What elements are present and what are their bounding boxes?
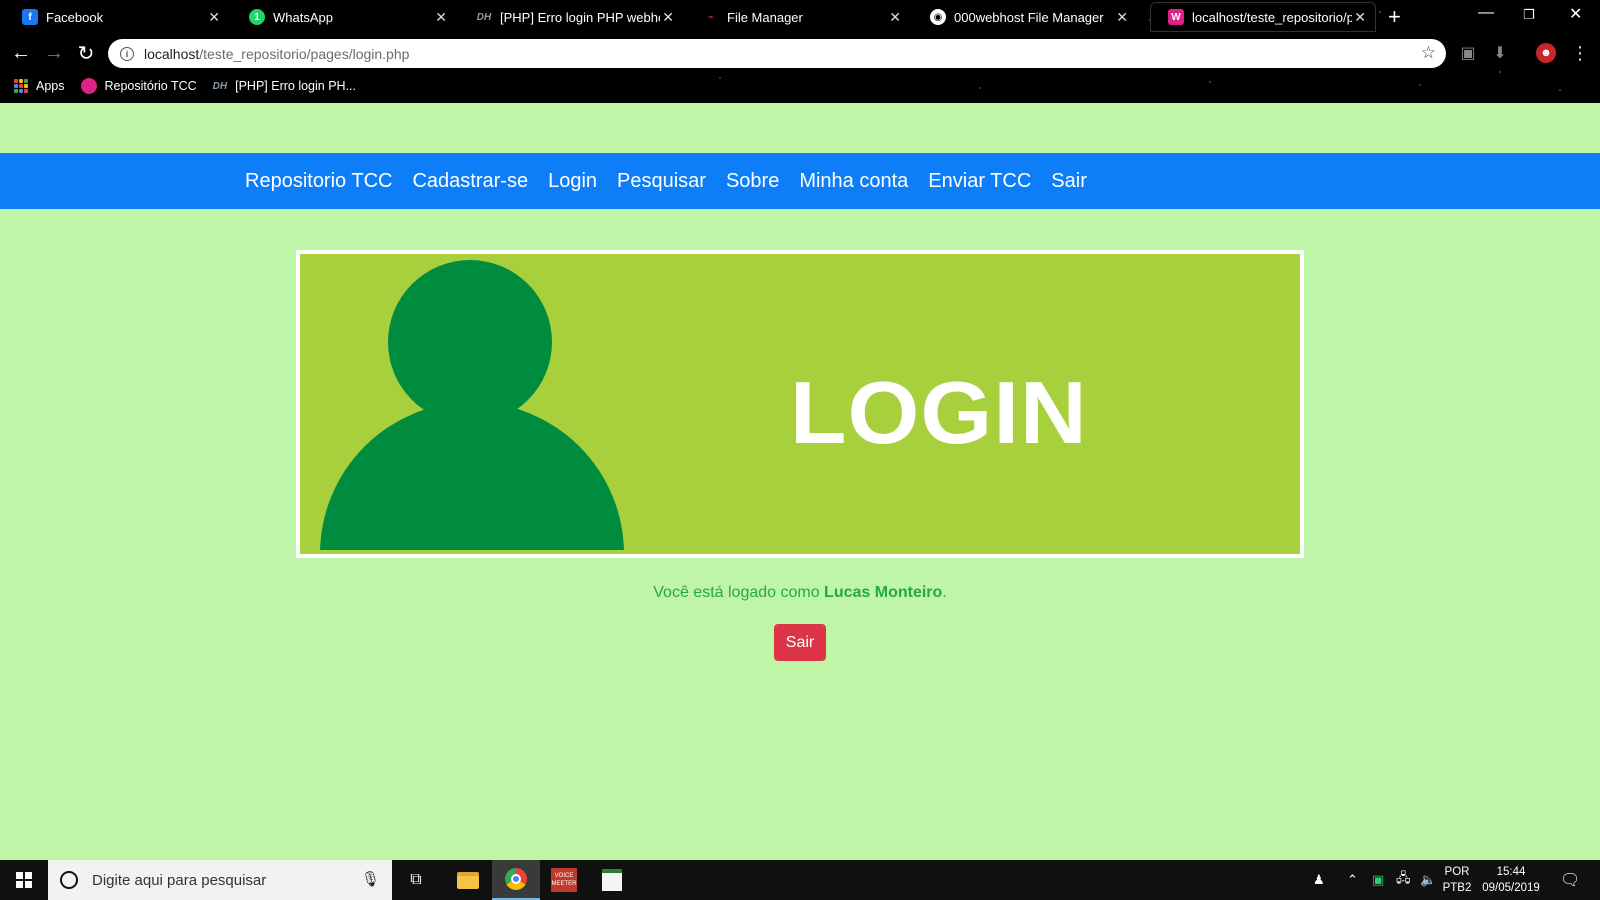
banner-title: LOGIN [790,363,1088,462]
people-icon[interactable]: ♟ [1313,860,1325,900]
wamp-icon [80,78,97,94]
windows-taskbar: Digite aqui para pesquisar 🎙 ⧉ VOICE MEET… [0,860,1600,900]
whatsapp-icon: 1 [249,9,265,25]
extension-cast-icon[interactable]: ▣ [1458,43,1478,63]
nav-link-enviar-tcc[interactable]: Enviar TCC [928,170,1031,193]
login-status: Você está logado como Lucas Monteiro. [0,584,1600,602]
globe-icon: ◉ [930,9,946,25]
notifications-icon[interactable]: 🗨 [1560,860,1580,900]
status-suffix: . [942,584,947,601]
taskbar-clock[interactable]: 15:44 09/05/2019 [1478,864,1544,896]
bookmark-star-icon[interactable]: ☆ [1421,43,1436,63]
tab-php-erro[interactable]: DH [PHP] Erro login PHP webhost ✕ [458,2,684,32]
nav-link-minha-conta[interactable]: Minha conta [799,170,908,193]
reload-icon[interactable]: ↻ [73,40,99,66]
tab-whatsapp[interactable]: 1 WhatsApp ✕ [231,2,457,32]
nav-link-repositorio-tcc[interactable]: Repositorio TCC [245,170,392,193]
url-host: localhost [144,45,200,62]
close-icon[interactable]: ✕ [208,9,220,26]
taskbar-search[interactable]: Digite aqui para pesquisar 🎙 [48,860,392,900]
tab-strip: f Facebook ✕ 1 WhatsApp ✕ DH [PHP] Erro … [0,0,1600,34]
dih-icon: DH [212,80,228,92]
close-icon[interactable]: ✕ [662,9,674,26]
new-tab-icon[interactable]: + [1388,4,1401,30]
voicemeeter-icon[interactable]: VOICE MEETER [540,860,588,900]
cortana-icon [60,871,78,889]
tab-label: Facebook [46,9,104,25]
info-icon[interactable]: i [120,46,134,61]
nav-link-pesquisar[interactable]: Pesquisar [617,170,706,193]
dih-icon: DH [476,11,492,23]
close-icon[interactable]: ✕ [435,9,447,26]
wamp-icon: W [1168,9,1184,25]
close-icon[interactable]: ✕ [1354,9,1366,26]
keyboard-layout: PTB2 [1442,882,1472,894]
clock-time: 15:44 [1496,866,1526,878]
tab-000webhost[interactable]: ◉ 000webhost File Manager ✕ [912,2,1138,32]
bookmark-apps[interactable]: Apps [14,79,65,93]
tab-label: File Manager [727,9,803,25]
nav-link-cadastrar[interactable]: Cadastrar-se [412,170,528,193]
window-close-icon[interactable]: ✕ [1569,4,1582,24]
notepad-icon[interactable] [588,860,636,900]
logged-user-name: Lucas Monteiro [824,584,943,601]
apps-grid-icon [14,79,28,93]
microphone-icon[interactable]: 🎙 [361,870,380,888]
tray-chevron-icon[interactable]: ⌃ [1347,860,1358,900]
forward-arrow-icon[interactable]: → [41,40,67,66]
restore-icon[interactable]: ❐ [1523,7,1535,23]
tray-app-icon[interactable]: ▣ [1372,860,1384,900]
bookmark-repositorio-tcc[interactable]: Repositório TCC [80,78,197,94]
task-view-icon[interactable]: ⧉ [392,860,440,900]
status-prefix: Você está logado como [653,584,825,601]
nav-link-login[interactable]: Login [548,170,597,193]
bookmark-php-erro[interactable]: DH [PHP] Erro login PH... [213,79,356,93]
language-indicator[interactable]: POR PTB2 [1440,864,1474,896]
bookmark-label: Apps [36,79,65,93]
nav-link-sair[interactable]: Sair [1051,170,1087,193]
url-path: /teste_repositorio/pages/login.php [199,45,410,62]
minimize-icon[interactable]: — [1478,4,1494,22]
login-banner: LOGIN [296,250,1304,558]
menu-dots-icon[interactable]: ⋮ [1570,43,1590,63]
download-icon[interactable]: ⬇ [1490,43,1510,63]
clock-date: 09/05/2019 [1482,882,1540,894]
chrome-icon[interactable] [492,860,540,900]
nav-link-sobre[interactable]: Sobre [726,170,779,193]
network-icon[interactable]: 🖧 [1396,860,1411,900]
start-button[interactable] [0,860,48,900]
tab-label: [PHP] Erro login PHP webhost [500,9,660,25]
tab-localhost[interactable]: W localhost/teste_repositorio/pa ✕ [1150,2,1376,32]
back-arrow-icon[interactable]: ← [8,40,34,66]
bookmarks-bar: Apps Repositório TCC DH [PHP] Erro login… [0,72,1600,100]
volume-icon[interactable]: 🔈 [1420,860,1436,900]
windows-logo-icon [16,872,32,888]
file-explorer-icon[interactable] [444,860,492,900]
facebook-icon: f [22,9,38,25]
tab-file-manager[interactable]: ⌁ File Manager ✕ [685,2,911,32]
close-icon[interactable]: ✕ [889,9,901,26]
close-icon[interactable]: ✕ [1116,9,1128,26]
bookmark-label: Repositório TCC [104,79,197,93]
language-code: POR [1444,866,1470,878]
search-placeholder: Digite aqui para pesquisar [92,871,267,889]
bookmark-label: [PHP] Erro login PH... [235,79,356,93]
tab-label: 000webhost File Manager [954,9,1104,25]
logout-button[interactable]: Sair [774,624,826,661]
browser-chrome: f Facebook ✕ 1 WhatsApp ✕ DH [PHP] Erro … [0,0,1600,103]
site-navbar: Repositorio TCC Cadastrar-se Login Pesqu… [0,153,1600,209]
tab-facebook[interactable]: f Facebook ✕ [4,2,230,32]
file-manager-icon: ⌁ [707,11,715,23]
tab-label: WhatsApp [273,9,333,25]
avatar-head [388,260,552,424]
tab-label: localhost/teste_repositorio/pa [1192,9,1352,25]
profile-avatar-icon[interactable]: ☻ [1536,43,1556,63]
address-bar[interactable]: i localhost/teste_repositorio/pages/logi… [108,39,1446,68]
avatar-body [320,402,624,550]
browser-toolbar: ← → ↻ i localhost/teste_repositorio/page… [0,36,1600,70]
